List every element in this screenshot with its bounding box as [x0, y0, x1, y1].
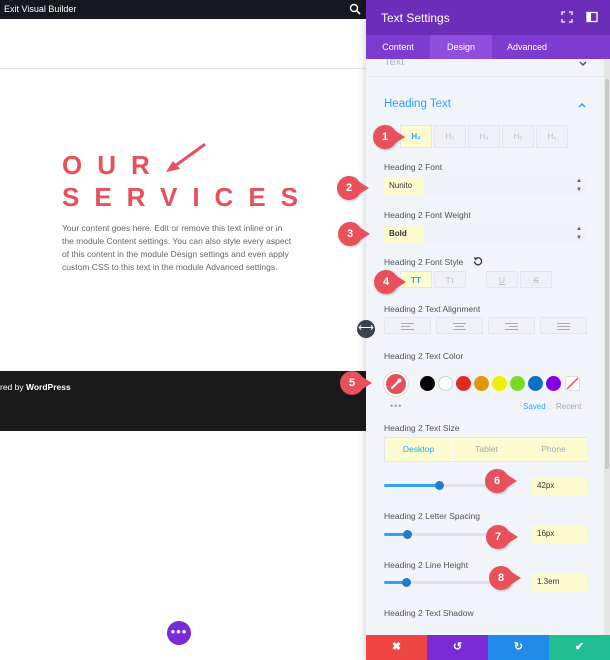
line-height-label: Heading 2 Line Height	[384, 560, 469, 570]
hero-body-text[interactable]: Your content goes here. Edit or remove t…	[62, 222, 294, 274]
device-tab-phone[interactable]: Phone	[520, 438, 587, 461]
color-swatch-white[interactable]	[438, 376, 453, 391]
section-heading-text-toggle[interactable]: Heading Text	[384, 98, 451, 110]
redo-button[interactable]: ↻	[488, 635, 549, 660]
color-swatch-black[interactable]	[420, 376, 435, 391]
heading-level-h4[interactable]: H₄	[468, 125, 500, 148]
font-style-underline[interactable]: U	[486, 271, 518, 288]
chevron-down-icon[interactable]	[578, 59, 588, 69]
font-style-strikethrough[interactable]: S	[520, 271, 552, 288]
site-footer: red by WordPress	[0, 371, 366, 431]
callout-marker-1: 1	[373, 125, 405, 149]
hero-heading-line1[interactable]: OUR	[62, 150, 165, 181]
text-size-input[interactable]: 42px	[532, 477, 587, 495]
slider-handle[interactable]	[434, 481, 444, 490]
builder-top-bar: Exit Visual Builder	[0, 0, 366, 19]
letter-spacing-input[interactable]: 16px	[532, 525, 587, 543]
tab-design[interactable]: Design	[430, 35, 492, 59]
reset-icon[interactable]	[473, 256, 483, 266]
device-tab-desktop[interactable]: Desktop	[385, 438, 452, 461]
align-justify-button[interactable]	[540, 317, 587, 334]
callout-marker-4: 4	[374, 270, 406, 294]
text-settings-panel: Text Settings Content Design Advanced Te…	[366, 0, 610, 660]
color-swatch-orange[interactable]	[474, 376, 489, 391]
saved-colors-tab[interactable]: Saved	[523, 402, 546, 411]
line-height-input[interactable]: 1.3em	[532, 573, 587, 591]
text-alignment-label: Heading 2 Text Alignment	[384, 304, 481, 314]
search-icon[interactable]	[349, 3, 361, 15]
section-divider	[366, 76, 604, 77]
callout-marker-8: 8	[489, 566, 521, 590]
dock-sidebar-icon[interactable]	[586, 11, 598, 23]
chevron-up-icon[interactable]	[577, 100, 587, 110]
font-style-capitalize[interactable]: Tт	[434, 271, 466, 288]
color-swatch-blue[interactable]	[528, 376, 543, 391]
font-label: Heading 2 Font	[384, 162, 443, 172]
expand-icon[interactable]	[561, 11, 573, 23]
font-value: Nunito	[389, 181, 413, 190]
font-weight-value: Bold	[389, 229, 407, 238]
save-button[interactable]: ✔	[549, 635, 610, 660]
callout-marker-2: 2	[337, 176, 369, 200]
select-arrows-icon: ▲ ▼	[576, 226, 582, 241]
font-weight-label: Heading 2 Font Weight	[384, 210, 471, 220]
callout-marker-6: 6	[485, 469, 517, 493]
footer-credit: red by WordPress	[0, 382, 71, 392]
heading-level-h3[interactable]: H₃	[434, 125, 466, 148]
clear-color-icon[interactable]	[565, 376, 580, 391]
page-settings-button[interactable]: •••	[167, 621, 191, 645]
color-swatch-yellow[interactable]	[492, 376, 507, 391]
device-tabs: Desktop Tablet Phone	[384, 437, 587, 462]
tab-advanced[interactable]: Advanced	[492, 35, 562, 59]
font-select[interactable]: Nunito ▲ ▼	[384, 177, 587, 195]
panel-resize-handle[interactable]: ⟷	[357, 320, 375, 338]
letter-spacing-label: Heading 2 Letter Spacing	[384, 511, 480, 521]
section-text-toggle[interactable]: Text	[384, 59, 404, 68]
align-center-button[interactable]	[436, 317, 483, 334]
settings-tabs: Content Design Advanced	[366, 35, 610, 59]
panel-footer: ✖ ↺ ↻ ✔	[366, 635, 610, 660]
color-swatch-green[interactable]	[510, 376, 525, 391]
align-left-button[interactable]	[384, 317, 431, 334]
undo-button[interactable]: ↺	[427, 635, 488, 660]
site-header	[0, 19, 366, 69]
eyedropper-icon	[391, 378, 402, 389]
text-color-label: Heading 2 Text Color	[384, 351, 464, 361]
panel-header: Text Settings	[366, 0, 610, 35]
color-swatch-red[interactable]	[456, 376, 471, 391]
annotation-arrow-icon	[166, 143, 206, 172]
align-right-button[interactable]	[488, 317, 535, 334]
recent-colors-tab[interactable]: Recent	[556, 402, 581, 411]
cancel-button[interactable]: ✖	[366, 635, 427, 660]
slider-handle[interactable]	[403, 530, 413, 539]
heading-level-h5[interactable]: H₅	[502, 125, 534, 148]
callout-marker-3: 3	[338, 222, 370, 246]
text-shadow-label: Heading 2 Text Shadow	[384, 608, 474, 618]
font-style-label: Heading 2 Font Style	[384, 257, 464, 267]
select-arrows-icon: ▲ ▼	[576, 178, 582, 193]
panel-scrollbar[interactable]	[604, 59, 610, 635]
device-tab-tablet[interactable]: Tablet	[453, 438, 520, 461]
color-swatch-purple[interactable]	[546, 376, 561, 391]
more-colors-icon[interactable]: •••	[390, 401, 402, 411]
text-size-label: Heading 2 Text Size	[384, 423, 460, 433]
callout-marker-7: 7	[486, 525, 518, 549]
color-picker-button[interactable]	[384, 372, 408, 396]
heading-level-h6[interactable]: H₆	[536, 125, 568, 148]
exit-visual-builder-link[interactable]: Exit Visual Builder	[4, 4, 76, 14]
panel-title: Text Settings	[381, 11, 450, 25]
font-weight-select[interactable]: Bold ▲ ▼	[384, 225, 587, 243]
slider-handle[interactable]	[402, 578, 412, 587]
tab-content[interactable]: Content	[366, 35, 430, 59]
settings-scroll-area[interactable]: Text Heading Text H₂ H₃ H₄ H₅ H₆ Heading…	[366, 59, 604, 635]
hero-heading-line2[interactable]: SERVICES	[62, 182, 313, 213]
callout-marker-5: 5	[340, 371, 372, 395]
